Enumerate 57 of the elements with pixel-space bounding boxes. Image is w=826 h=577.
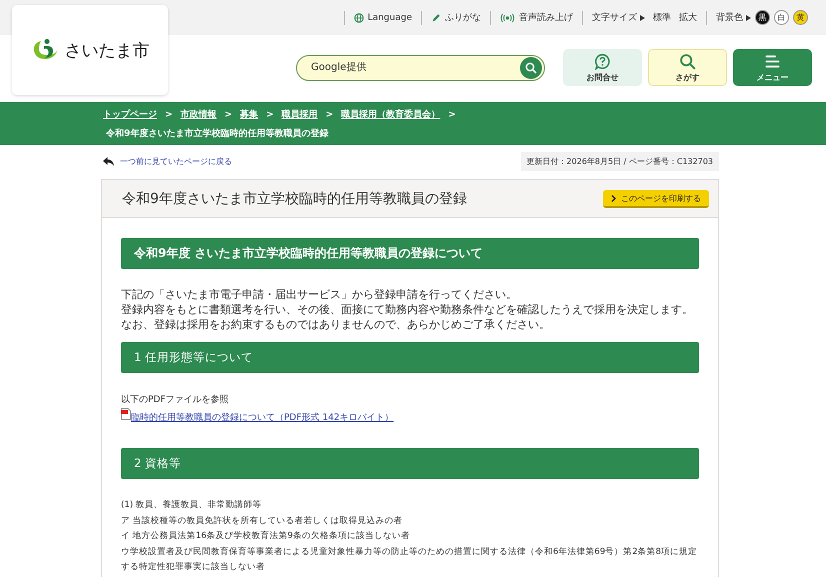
print-button[interactable]: このページを印刷する (603, 190, 709, 208)
color-swatch[interactable]: 白 (774, 10, 789, 25)
breadcrumb-separator: > (326, 110, 334, 120)
color-swatch[interactable]: 黒 (755, 10, 770, 25)
header-button[interactable]: さがす (648, 49, 727, 86)
header-button[interactable]: メニュー (733, 49, 812, 86)
triangle-icon (640, 14, 645, 20)
help-icon (594, 52, 611, 70)
pdf-file-icon (121, 408, 131, 420)
breadcrumb-separator: > (224, 110, 232, 120)
triangle-icon (746, 14, 751, 20)
utility-link[interactable]: Language (354, 12, 412, 22)
broadcast-icon (500, 12, 515, 22)
background-color-label: 背景色 (716, 12, 743, 24)
intro-text: 登録内容をもとに書類選考を行い、その後、面接にて勤務内容や勤務条件などを確認したうえで採用を決定します。 (121, 302, 694, 317)
color-swatch[interactable]: 黄 (793, 10, 808, 25)
search-button[interactable] (520, 56, 542, 78)
breadcrumb-link[interactable]: 募集 (240, 108, 258, 121)
search-icon (679, 52, 696, 70)
body-text: イ 地方公務員法第16条及び学校教育法第9条の欠格条項に該当しない者 (121, 530, 411, 544)
font-size-option[interactable]: 標準 (653, 11, 671, 24)
update-info: 更新日付：2026年8月5日 / ページ番号：C132703 (520, 152, 719, 170)
font-size-option[interactable]: 拡大 (679, 11, 697, 24)
page-title: 令和9年度さいたま市立学校臨時的任用等教職員の登録 (122, 190, 467, 208)
back-link[interactable]: 一つ前に見ていたページに戻る (103, 156, 232, 166)
search-input[interactable]: Google提供 (309, 61, 520, 74)
pencil-icon (431, 12, 441, 22)
breadcrumb-separator: > (266, 110, 274, 120)
section-heading: 令和9年度 さいたま市立学校臨時的任用等教職員の登録について (121, 238, 699, 269)
logo-card[interactable]: さいたま市 (12, 5, 168, 95)
search-icon (525, 62, 537, 74)
font-size-label: 文字サイズ (592, 12, 637, 24)
breadcrumb-link[interactable]: 職員採用 (282, 108, 318, 121)
search-field[interactable]: Google提供 (296, 54, 545, 80)
header-button[interactable]: お問合せ (563, 49, 642, 86)
breadcrumb-link[interactable]: トップページ (103, 108, 157, 121)
breadcrumb-link[interactable]: 市政情報 (180, 108, 217, 121)
body-text: ア 当該校種等の教員免許状を所有している者若しくは取得見込みの者 (121, 514, 404, 528)
utility-link[interactable]: 音声読み上げ (500, 11, 573, 24)
breadcrumb-separator: > (165, 110, 173, 120)
breadcrumb-separator: > (448, 110, 456, 120)
menu-icon (764, 52, 781, 70)
utility-link[interactable]: ふりがな (431, 11, 481, 24)
body-text: ウ学校設置者及び民間教育保育等事業者による児童対象性暴力等の防止等のための措置に関する法律（令和6年法律第69号）第2条第8項に規定する特定性犯罪事実に該当しない者 (121, 546, 698, 574)
pdf-link[interactable]: 臨時的任用等教職員の登録について（PDF形式 142キロバイト） (131, 410, 394, 426)
subsection-heading: 1 任用形態等について (121, 342, 699, 373)
intro-text: なお、登録は採用をお約束するものではありませんので、あらかじめご了承ください。 (121, 317, 551, 332)
chevron-icon (611, 194, 616, 202)
intro-text: 下記の「さいたま市電子申請・届出サービス」から登録申請を行ってください。 (121, 287, 518, 302)
breadcrumb-current: 令和9年度さいたま市立学校臨時的任用等教職員の登録 (106, 127, 330, 140)
body-text: 以下のPDFファイルを参照 (121, 394, 230, 407)
globe-icon (354, 12, 364, 22)
logo-text: さいたま市 (64, 40, 150, 62)
breadcrumb-link[interactable]: 職員採用（教育委員会） (341, 108, 440, 121)
body-text: (1) 教員、養護教員、非常勤講師等 (121, 499, 263, 512)
subsection-heading: 2 資格等 (121, 448, 699, 479)
back-arrow-icon (103, 156, 114, 166)
